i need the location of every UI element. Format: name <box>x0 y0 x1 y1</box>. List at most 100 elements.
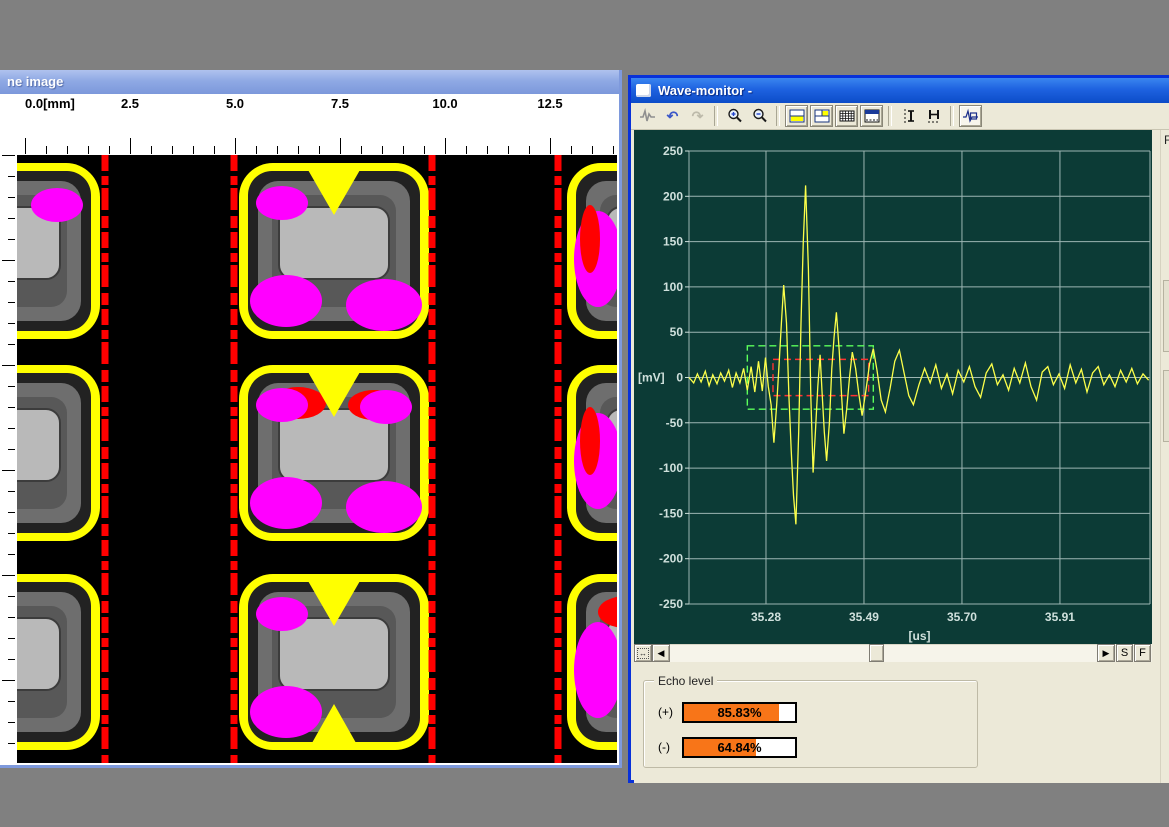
split-bottom-icon <box>789 109 805 123</box>
ruler-tick <box>8 512 15 513</box>
wave-gate-button[interactable] <box>959 105 982 127</box>
ruler-tick <box>8 386 15 387</box>
ruler-tick <box>361 146 362 154</box>
ruler-tick <box>424 146 425 154</box>
x-axis-unit: [us] <box>909 629 931 643</box>
f-button[interactable]: F <box>1134 644 1151 662</box>
y-tick-label: 50 <box>670 325 684 339</box>
ruler-tick <box>88 146 89 154</box>
v-cursor-button[interactable] <box>897 105 920 127</box>
scan-die <box>239 574 429 750</box>
undo-button[interactable]: ↶ <box>661 105 684 127</box>
ruler-tick <box>67 146 68 154</box>
y-tick-label: -250 <box>659 597 683 611</box>
echo-minus-label: (-) <box>658 740 670 754</box>
ruler-tick <box>8 281 15 282</box>
ruler-tick <box>214 146 215 154</box>
ruler-tick <box>2 470 15 471</box>
ruler-tick <box>8 743 15 744</box>
toolbar-separator <box>714 106 718 126</box>
ruler-tick <box>8 554 15 555</box>
window-icon <box>636 84 651 97</box>
echo-level-group: Echo level (+) 85.83% (-) 64.84% <box>643 680 978 768</box>
ruler-tick <box>235 138 236 154</box>
f-button-label: F <box>1139 647 1146 659</box>
ruler-tick <box>8 596 15 597</box>
ruler-tick <box>8 533 15 534</box>
redo-button[interactable]: ↷ <box>686 105 709 127</box>
ruler-tick <box>8 323 15 324</box>
wave-monitor-window: Wave-monitor - ↶↷ -250-200-150-100-50050… <box>628 75 1169 783</box>
wave-gate-icon <box>962 108 979 124</box>
waveform-button[interactable] <box>636 105 659 127</box>
ruler-tick <box>46 146 47 154</box>
time-scrollbar: ↔ ◀ ▶ S F <box>634 644 1152 662</box>
s-button[interactable]: S <box>1116 644 1133 662</box>
ruler-tick <box>8 239 15 240</box>
ruler-tick <box>8 302 15 303</box>
ruler-tick <box>25 138 26 154</box>
side-panel-button-stub[interactable] <box>1163 370 1169 442</box>
ruler-tick <box>256 146 257 154</box>
y-tick-label: -50 <box>666 416 684 430</box>
grid-button[interactable] <box>835 105 858 127</box>
ruler-tick <box>8 722 15 723</box>
scan-die <box>239 163 429 339</box>
ruler-tick <box>172 146 173 154</box>
scrollbar-thumb[interactable] <box>869 644 884 662</box>
pan-mode-button[interactable]: ↔ <box>634 644 652 662</box>
ruler-tick <box>8 701 15 702</box>
ruler-tick <box>130 138 131 154</box>
redo-icon: ↷ <box>692 109 704 123</box>
right-side-panel: F <box>1160 130 1169 783</box>
scan-die <box>17 163 100 339</box>
zoom-in-button[interactable] <box>723 105 746 127</box>
scroll-right-button[interactable]: ▶ <box>1097 644 1115 662</box>
scan-die <box>17 574 100 750</box>
h-cursor-icon <box>926 108 942 124</box>
ruler-tick <box>8 449 15 450</box>
ruler-tick <box>8 659 15 660</box>
x-tick-label: 35.28 <box>751 610 781 624</box>
x-tick-label: 35.91 <box>1045 610 1075 624</box>
image-window: ne image 0.0[mm]2.55.07.510.012.5 <box>0 70 622 768</box>
ruler-tick <box>109 146 110 154</box>
zoom-out-button[interactable] <box>748 105 771 127</box>
y-axis-unit: [mV] <box>638 371 665 385</box>
ruler-tick <box>2 260 15 261</box>
header-table-button[interactable] <box>860 105 883 127</box>
wave-monitor-titlebar[interactable]: Wave-monitor - <box>631 78 1169 103</box>
echo-plus-label: (+) <box>658 705 673 719</box>
side-panel-button-stub[interactable] <box>1163 280 1169 352</box>
split-corner-button[interactable] <box>810 105 833 127</box>
ruler-tick <box>151 146 152 154</box>
scroll-left-button[interactable]: ◀ <box>652 644 670 662</box>
pan-mode-icon: ↔ <box>637 648 649 659</box>
scan-die <box>17 365 100 541</box>
arrow-left-icon: ◀ <box>658 648 665 659</box>
y-tick-label: 0 <box>676 371 683 385</box>
y-tick-label: -100 <box>659 461 683 475</box>
split-bottom-button[interactable] <box>785 105 808 127</box>
ruler-tick <box>277 146 278 154</box>
h-cursor-button[interactable] <box>922 105 945 127</box>
toolbar-separator <box>950 106 954 126</box>
image-window-titlebar[interactable]: ne image <box>0 70 619 94</box>
arrow-right-icon: ▶ <box>1103 648 1110 659</box>
waveform-plot[interactable]: -250-200-150-100-5005010015020025035.283… <box>634 130 1152 644</box>
y-tick-label: 250 <box>663 144 683 158</box>
ruler-tick <box>2 155 15 156</box>
ruler-tick <box>2 575 15 576</box>
s-button-label: S <box>1121 647 1128 659</box>
echo-plus-value: 85.83% <box>684 705 795 720</box>
lower-panel: Echo level (+) 85.83% (-) 64.84% <box>634 662 1169 783</box>
y-tick-label: 100 <box>663 280 683 294</box>
ruler-tick <box>466 146 467 154</box>
ruler-tick <box>8 344 15 345</box>
ruler-tick <box>319 146 320 154</box>
acoustic-scan-image[interactable] <box>17 155 617 763</box>
ruler-tick <box>403 146 404 154</box>
y-tick-label: 200 <box>663 189 683 203</box>
ruler-tick <box>8 617 15 618</box>
ruler-tick <box>340 138 341 154</box>
